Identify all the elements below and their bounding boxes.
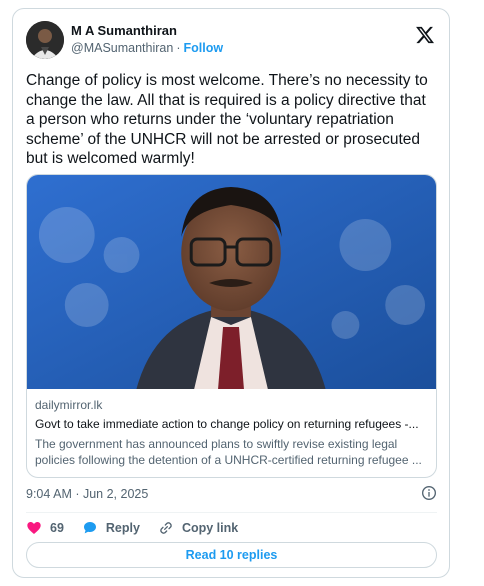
follow-link[interactable]: Follow (184, 41, 224, 55)
link-title: Govt to take immediate action to change … (35, 417, 419, 431)
link-icon (160, 522, 172, 534)
tweet-actions: 69 Reply Copy link (26, 518, 256, 538)
author-handle[interactable]: @MASumanthiran (71, 41, 173, 55)
link-domain: dailymirror.lk (35, 398, 103, 412)
link-preview-image (27, 175, 436, 389)
tweet-text: Change of policy is most welcome. There’… (26, 72, 428, 167)
read-replies-button[interactable]: Read 10 replies (26, 542, 437, 568)
x-logo-icon[interactable] (415, 25, 435, 45)
link-preview-card[interactable]: dailymirror.lk Govt to take immediate ac… (26, 174, 437, 478)
separator-dot: · (176, 41, 181, 55)
copy-link-label: Copy link (181, 521, 239, 535)
heart-icon (27, 522, 41, 534)
author-handle-line: @MASumanthiran · Follow (71, 41, 223, 55)
tweet-timestamp[interactable]: 9:04 AM · Jun 2, 2025 (26, 487, 148, 501)
link-description: The government has announced plans to sw… (35, 437, 422, 467)
tweet-header: M A Sumanthiran @MASumanthiran · Follow (26, 21, 437, 65)
author-avatar[interactable] (26, 21, 64, 59)
speech-bubble-icon (83, 522, 96, 534)
author-name[interactable]: M A Sumanthiran (71, 23, 177, 38)
link-preview-meta: dailymirror.lk Govt to take immediate ac… (35, 397, 428, 468)
actions-divider (26, 512, 437, 513)
like-button[interactable]: 69 (26, 520, 64, 536)
info-icon[interactable] (421, 485, 437, 501)
like-count: 69 (50, 521, 64, 535)
reply-button[interactable]: Reply (82, 520, 140, 536)
copy-link-button[interactable]: Copy link (158, 520, 238, 536)
reply-label: Reply (105, 521, 140, 535)
tweet-embed-card: M A Sumanthiran @MASumanthiran · Follow Ch… (12, 8, 450, 578)
